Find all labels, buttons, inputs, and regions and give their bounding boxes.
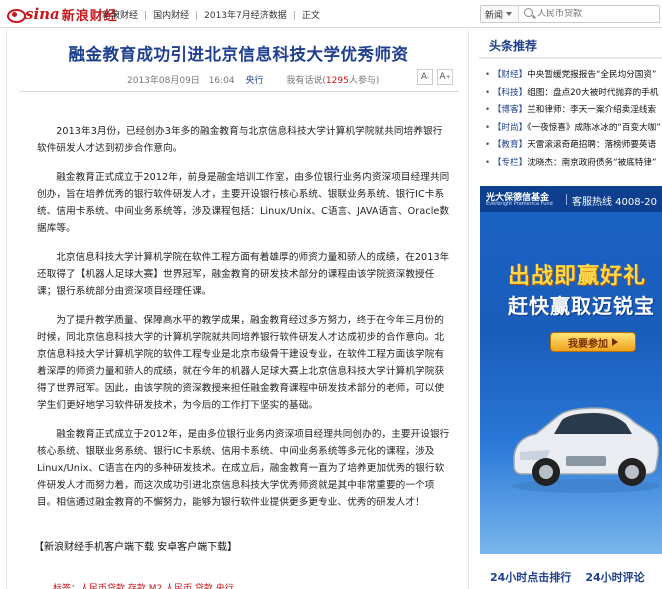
ad-join-button[interactable]: 我要参加 — [550, 332, 636, 352]
font-smaller-button[interactable]: A- — [417, 69, 433, 85]
news-title: 沈晓杰：南京政府债务“被底特律” — [527, 157, 657, 168]
news-title: 组图：盘点20大被时代抛弃的手机 — [527, 87, 659, 98]
ad-hotline: 客服热线 4008-20 — [566, 193, 657, 208]
article-title: 融金教育成功引进北京信息科技大学优秀师资 — [68, 45, 409, 64]
article-paragraph: 北京信息科技大学计算机学院在软件工程方面有着雄厚的师资力量和骄人的成绩，在201… — [37, 252, 450, 297]
ad-brand-en: Everbright Pramerica Fund — [486, 201, 553, 207]
comment-count: 1295 — [325, 76, 349, 86]
list-item[interactable]: • 【时尚】《一夜惊喜》成陈冰冰的“百变大咖” — [485, 120, 662, 138]
search-input[interactable] — [537, 9, 647, 19]
chevron-down-icon — [506, 12, 513, 16]
news-title: 兰和律师：李天一案介绍卖淫线索 — [527, 105, 657, 115]
article-time: 16:04 — [208, 76, 235, 86]
logo-sina-text: sina — [25, 5, 60, 23]
ad-join-label: 我要参加 — [568, 338, 608, 350]
arrow-right-icon — [612, 338, 618, 346]
news-category: 【专栏】 — [492, 157, 528, 168]
breadcrumb: 新浪财经 | 国内财经 | 2013年7月经济数据 | 正文 — [102, 8, 320, 21]
list-item[interactable]: • 【教育】天雷滚滚奇葩招聘：落榜师要英语 — [485, 137, 662, 155]
search-category-select[interactable]: 新闻 — [481, 6, 519, 22]
tab-24h-comments[interactable]: 24小时评论 — [571, 566, 644, 589]
search-icon[interactable] — [523, 7, 537, 21]
top-bar: sina 新浪财经 新浪财经 | 国内财经 | 2013年7月经济数据 | 正文 新闻 — [0, 0, 662, 28]
list-item[interactable]: • 【专栏】沈晓杰：南京政府债务“被底特律” — [485, 155, 662, 173]
comment-prefix: 我有话说( — [286, 76, 326, 86]
article-paragraph: 2013年3月份，已经创办3年多的融金教育与北京信息科技大学计算机学院就共同培养… — [37, 126, 443, 154]
comment-suffix: 人参与) — [348, 76, 380, 86]
article-meta: 2013年08月09日 16:04 央行 我有话说(1295人参与) — [127, 73, 379, 86]
list-item[interactable]: • 【博客】兰和律师：李天一案介绍卖淫线索 — [485, 102, 662, 120]
client-download-link[interactable]: 【新浪财经手机客户端下载 安卓客户端下载】 — [34, 538, 237, 553]
breadcrumb-link[interactable]: 国内财经 — [153, 11, 189, 21]
search-category-label: 新闻 — [485, 10, 504, 21]
sina-eye-icon — [6, 6, 26, 23]
font-larger-button[interactable]: A + — [437, 69, 453, 85]
news-title: 天雷滚滚奇葩招聘：落榜师要英语 — [527, 140, 657, 150]
article-paragraph: 融金教育正式成立于2012年，前身是融金培训工作室，由多位银行业务内资深项目经理… — [37, 172, 450, 234]
article-source[interactable]: 央行 — [246, 76, 264, 86]
fund-ad-banner[interactable]: 光大保德信基金 Everbright Pramerica Fund 客服热线 4… — [480, 186, 662, 554]
sidebar-divider — [479, 57, 662, 59]
headline-list: • 【财经】中央暂缓党报报告“全民均分国资” • 【科技】组图：盘点20大被时代… — [485, 67, 662, 172]
ad-headline-2: 赶快赢取迈锐宝 — [508, 294, 655, 318]
article-body: 2013年3月份，已经创办3年多的融金教育与北京信息科技大学计算机学院就共同培养… — [37, 123, 451, 523]
search-box: 新闻 — [480, 5, 660, 23]
car-icon — [512, 407, 660, 493]
article-paragraph: 为了提升教学质量、保障高水平的教学成果，融金教育经过多方努力，终于在今年三月份的… — [37, 315, 445, 411]
article-column: 融金教育成功引进北京信息科技大学优秀师资 2013年08月09日 16:04 央… — [6, 29, 469, 589]
headline-section-title: 头条推荐 — [489, 39, 538, 53]
news-category: 【财经】 — [492, 70, 528, 80]
breadcrumb-separator: | — [195, 11, 199, 21]
list-item[interactable]: • 【财经】中央暂缓党报报告“全民均分国资” — [485, 67, 662, 85]
breadcrumb-link[interactable]: 2013年7月经济数据 — [204, 11, 287, 21]
plus-icon: + — [445, 73, 451, 81]
title-divider — [19, 91, 459, 92]
breadcrumb-link[interactable]: 新浪财经 — [102, 11, 138, 21]
news-category: 【科技】 — [492, 87, 528, 98]
ranking-tabs: 24小时点击排行 24小时评论 — [480, 566, 662, 589]
news-title: 中央暂缓党报报告“全民均分国资” — [527, 70, 657, 80]
article-tags[interactable]: 标签：人民币贷款 存款 M2 人民币 贷款 央行 — [53, 581, 234, 589]
news-title: 《一夜惊喜》成陈冰冰的“百变大咖” — [527, 122, 661, 133]
news-category: 【博客】 — [492, 105, 528, 115]
breadcrumb-separator: | — [144, 11, 148, 21]
article-paragraph: 融金教育正式成立于2012年，是由多位银行业务内资深项目经理共同创办的，主要开设… — [37, 429, 450, 508]
breadcrumb-current: 正文 — [301, 11, 320, 21]
article-date: 2013年08月09日 — [127, 76, 200, 86]
tab-24h-clicks[interactable]: 24小时点击排行 — [480, 566, 571, 589]
breadcrumb-separator: | — [292, 11, 296, 21]
comment-link[interactable]: 我有话说(1295人参与) — [286, 76, 379, 86]
ad-headline-1: 出战即赢好礼 — [508, 264, 647, 289]
news-category: 【时尚】 — [492, 122, 528, 133]
news-category: 【教育】 — [492, 140, 528, 150]
list-item[interactable]: • 【科技】组图：盘点20大被时代抛弃的手机 — [485, 85, 662, 103]
minus-icon: - — [427, 73, 430, 81]
